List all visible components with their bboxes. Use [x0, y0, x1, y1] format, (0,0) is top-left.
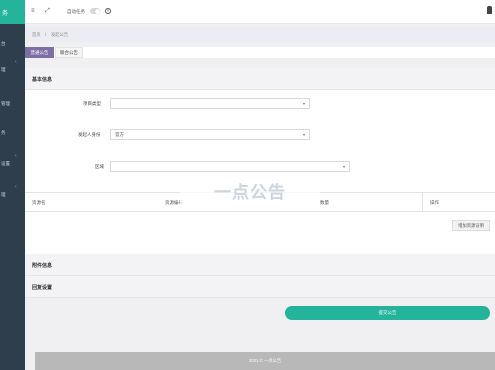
region-select[interactable]: ▾ — [110, 161, 350, 172]
section-title: 附件信息 — [32, 263, 53, 269]
breadcrumb-current: 发起公告 — [51, 32, 69, 37]
notice-tabs: 普通公告 联合公告 — [25, 47, 495, 58]
brand-title: 务 — [0, 0, 25, 24]
sidebar-item-2[interactable]: ‹ 理 — [0, 59, 25, 77]
expand-icon[interactable]: ⤢ — [45, 8, 50, 15]
breadcrumb-home[interactable]: 首页 — [32, 32, 41, 38]
chevron-left-icon: ‹ — [15, 184, 17, 190]
sidebar-item-6[interactable]: ‹ 理 — [0, 184, 25, 202]
sidebar-item-4[interactable]: 务 — [0, 126, 25, 140]
section-title: 回复设置 — [32, 285, 53, 291]
column-header: 数量 — [320, 200, 329, 205]
sidebar: 务 台 ‹ 理 管理 务 ‹ 设置 ‹ 理 — [0, 0, 25, 370]
project-type-label: 项目类型 — [83, 101, 101, 106]
top-bar: ≡ ⤢ 自动任务 ? — [25, 0, 495, 24]
tab-joint-notice[interactable]: 联合公告 — [55, 47, 83, 58]
auto-task-toggle[interactable] — [90, 8, 100, 14]
breadcrumb-separator: / — [45, 32, 47, 37]
select-value: 官方 — [115, 131, 124, 137]
initiator-identity-label: 发起人身份 — [78, 132, 101, 137]
attachment-info-header[interactable]: 附件信息 — [25, 254, 495, 276]
column-header: 操作 — [430, 200, 439, 205]
sidebar-item-label: 管理 — [1, 101, 10, 106]
column-header: 资源名 — [32, 200, 46, 205]
watermark-logo: 一点公告 — [180, 172, 320, 208]
chevron-left-icon: ‹ — [15, 153, 17, 159]
caret-down-icon: ▾ — [302, 132, 305, 137]
chevron-left-icon: ‹ — [15, 59, 17, 65]
sidebar-item-label: 理 — [1, 67, 6, 72]
caret-down-icon: ▾ — [342, 164, 345, 169]
sidebar-item-label: 务 — [1, 130, 6, 135]
region-label: 区域 — [95, 164, 104, 169]
initiator-identity-select[interactable]: 官方 ▾ — [110, 129, 310, 140]
menu-icon[interactable]: ≡ — [31, 8, 35, 14]
tab-normal-notice[interactable]: 普通公告 — [25, 47, 54, 58]
submit-notice-button[interactable]: 提交公告 — [285, 306, 490, 320]
sidebar-item-5[interactable]: ‹ 设置 — [0, 153, 25, 171]
section-title: 基本信息 — [32, 77, 53, 83]
project-type-select[interactable]: ▾ — [110, 98, 310, 109]
basic-info-header: 基本信息 — [25, 68, 495, 90]
reply-settings-header[interactable]: 回复设置 — [25, 276, 495, 298]
column-divider — [422, 193, 423, 212]
sidebar-item-1[interactable]: 台 — [0, 37, 25, 51]
user-icon[interactable] — [487, 6, 492, 14]
sidebar-item-label: 台 — [1, 41, 6, 46]
add-resource-proof-button[interactable]: 增加资源证明 — [452, 220, 490, 231]
help-icon[interactable]: ? — [105, 8, 111, 14]
auto-task-label: 自动任务 — [67, 9, 85, 14]
caret-down-icon: ▾ — [302, 101, 305, 106]
sidebar-item-label: 理 — [1, 192, 6, 197]
sidebar-item-3[interactable]: 管理 — [0, 97, 25, 111]
sidebar-item-label: 设置 — [1, 161, 10, 166]
footer: 2021 © 一点公告 — [35, 352, 495, 370]
breadcrumb: 首页 / 发起公告 — [25, 27, 495, 42]
